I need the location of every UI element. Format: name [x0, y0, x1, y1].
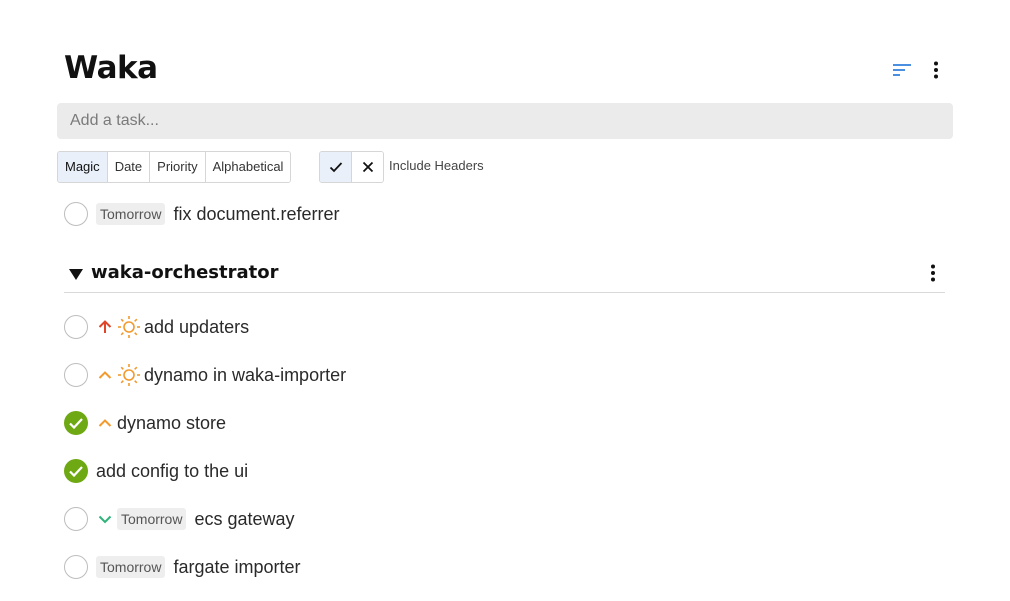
task-text[interactable]: dynamo store [117, 413, 226, 434]
more-vert-icon[interactable] [921, 261, 945, 285]
app-title: Waka [64, 50, 158, 86]
arrow-up-icon [96, 318, 114, 336]
task-text[interactable]: fargate importer [173, 557, 300, 578]
include-headers-toggle [319, 151, 384, 183]
chevron-up-icon [96, 366, 114, 384]
sort-alphabetical-button[interactable]: Alphabetical [205, 152, 291, 182]
sort-date-button[interactable]: Date [107, 152, 151, 182]
task-item[interactable]: dynamo store [64, 408, 226, 438]
chevron-up-icon [96, 414, 114, 432]
task-checkbox[interactable] [64, 507, 88, 531]
task-text[interactable]: dynamo in waka-importer [144, 365, 346, 386]
triangle-down-icon[interactable] [69, 267, 83, 285]
task-checkbox[interactable] [64, 202, 88, 226]
sun-icon [117, 315, 141, 339]
include-headers-label: Include Headers [389, 158, 484, 173]
task-checkbox[interactable] [64, 555, 88, 579]
sort-priority-button[interactable]: Priority [150, 152, 206, 182]
task-item[interactable]: dynamo in waka-importer [64, 360, 346, 390]
task-checkbox-checked[interactable] [64, 459, 88, 483]
sort-options: Magic Date Priority Alphabetical [57, 151, 292, 183]
sun-icon [117, 363, 141, 387]
sort-magic-button[interactable]: Magic [58, 152, 108, 182]
task-text[interactable]: fix document.referrer [173, 204, 339, 225]
due-date-badge: Tomorrow [96, 203, 166, 225]
close-icon[interactable] [352, 152, 383, 182]
task-checkbox[interactable] [64, 363, 88, 387]
task-item[interactable]: add config to the ui [64, 456, 248, 486]
task-item[interactable]: Tomorrow fix document.referrer [64, 199, 340, 229]
sort-icon[interactable] [890, 58, 914, 82]
add-task-input[interactable] [57, 103, 953, 139]
task-checkbox[interactable] [64, 315, 88, 339]
section-title[interactable]: waka-orchestrator [91, 262, 279, 283]
task-text[interactable]: add config to the ui [96, 461, 248, 482]
task-checkbox-checked[interactable] [64, 411, 88, 435]
section-header: waka-orchestrator [64, 258, 945, 293]
task-text[interactable]: add updaters [144, 317, 249, 338]
due-date-badge: Tomorrow [96, 556, 166, 578]
task-item[interactable]: Tomorrow fargate importer [64, 552, 301, 582]
task-item[interactable]: Tomorrow ecs gateway [64, 504, 295, 534]
task-text[interactable]: ecs gateway [194, 509, 294, 530]
due-date-badge: Tomorrow [117, 508, 187, 530]
check-icon[interactable] [320, 152, 352, 182]
more-vert-icon[interactable] [924, 58, 948, 82]
chevron-down-icon [96, 510, 114, 528]
task-item[interactable]: add updaters [64, 312, 249, 342]
header-actions [890, 58, 948, 82]
